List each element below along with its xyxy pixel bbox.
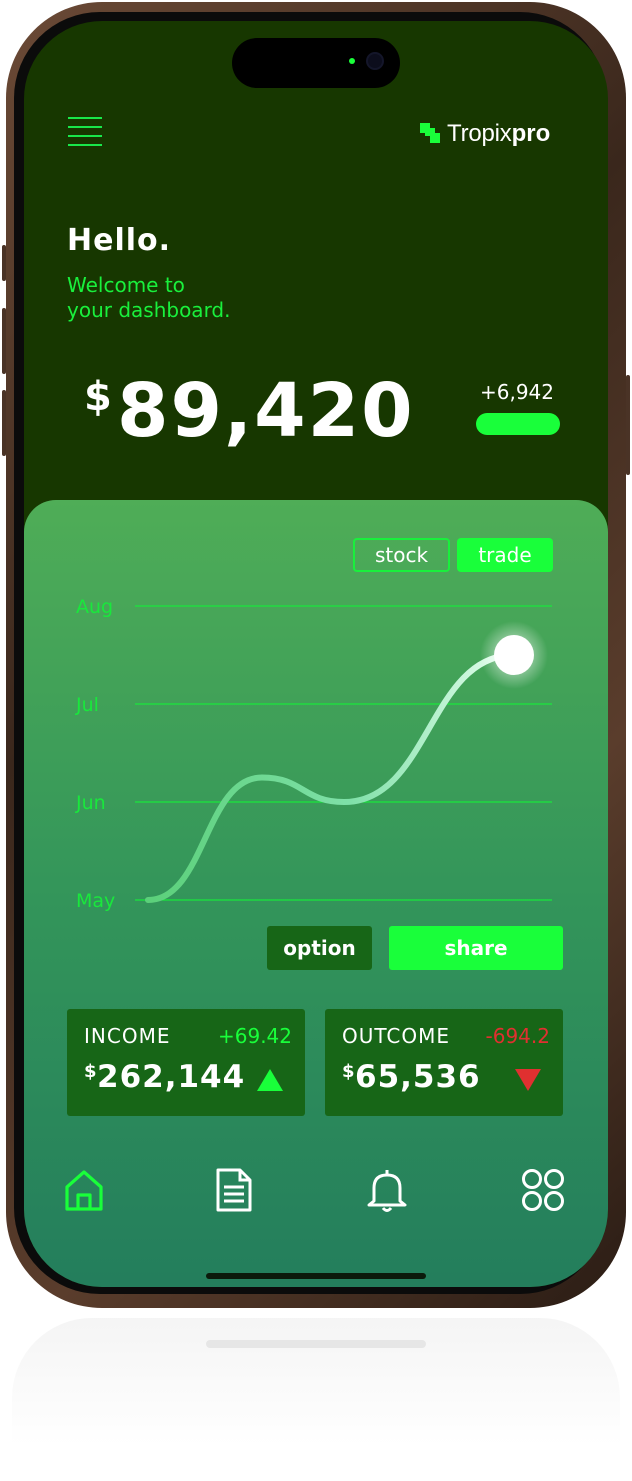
tab-stock[interactable]: stock [353, 538, 450, 572]
income-card[interactable]: INCOME +69.42 $ 262,144 [67, 1009, 305, 1116]
outcome-card[interactable]: OUTCOME -694.2 $ 65,536 [325, 1009, 563, 1116]
phone-volume-down [2, 390, 6, 456]
income-currency: $ [84, 1061, 97, 1082]
menu-icon[interactable] [68, 117, 102, 147]
reflection-bar [206, 1340, 426, 1348]
y-tick-label-jul: Jul [75, 694, 99, 716]
home-indicator[interactable] [206, 1273, 426, 1279]
trend-up-icon [257, 1069, 283, 1091]
balance-change: +6,942 [479, 380, 554, 404]
y-tick-label-jun: Jun [75, 792, 106, 814]
balance-currency: $ [84, 374, 112, 420]
document-icon[interactable] [211, 1167, 257, 1213]
income-change: +69.42 [217, 1024, 292, 1048]
home-icon[interactable] [61, 1167, 107, 1213]
outcome-label: OUTCOME [342, 1024, 451, 1048]
share-button[interactable]: share [389, 926, 563, 970]
logo-mark-icon [420, 123, 442, 145]
indicator-dot [349, 58, 355, 64]
phone-volume-up [2, 308, 6, 374]
income-label: INCOME [84, 1024, 171, 1048]
balance-change-bar [476, 413, 560, 435]
brand-name: Tropix [447, 120, 512, 147]
line-chart: May Jun Jul Aug [75, 596, 552, 912]
outcome-value: 65,536 [355, 1059, 481, 1095]
trend-down-icon [515, 1069, 541, 1091]
outcome-currency: $ [342, 1061, 355, 1082]
phone-power-button [626, 375, 630, 475]
outcome-change: -694.2 [485, 1024, 550, 1048]
brand-logo: Tropix pro [420, 119, 550, 149]
chart-endpoint-marker[interactable] [494, 635, 534, 675]
greeting-subtitle-line1: Welcome to [67, 273, 185, 297]
apps-grid-icon[interactable] [520, 1167, 566, 1213]
tab-trade[interactable]: trade [457, 538, 553, 572]
income-value: 262,144 [97, 1059, 246, 1095]
brand-name-bold: pro [511, 120, 551, 147]
greeting-subtitle-line2: your dashboard. [67, 298, 231, 322]
greeting-title: Hello. [67, 223, 172, 258]
y-tick-label-may: May [76, 890, 115, 912]
chart-series-line [145, 652, 517, 903]
bell-icon[interactable] [364, 1167, 410, 1213]
phone-side-button [2, 245, 6, 281]
app-screen: Tropix pro Hello. Welcome to your dashboa… [24, 21, 608, 1287]
camera-icon [366, 52, 384, 70]
balance-value: 89,420 [117, 368, 415, 454]
option-button[interactable]: option [267, 926, 372, 970]
dynamic-island [232, 38, 400, 88]
greeting-subtitle: Welcome to your dashboard. [67, 273, 327, 323]
y-tick-label-aug: Aug [76, 596, 113, 618]
